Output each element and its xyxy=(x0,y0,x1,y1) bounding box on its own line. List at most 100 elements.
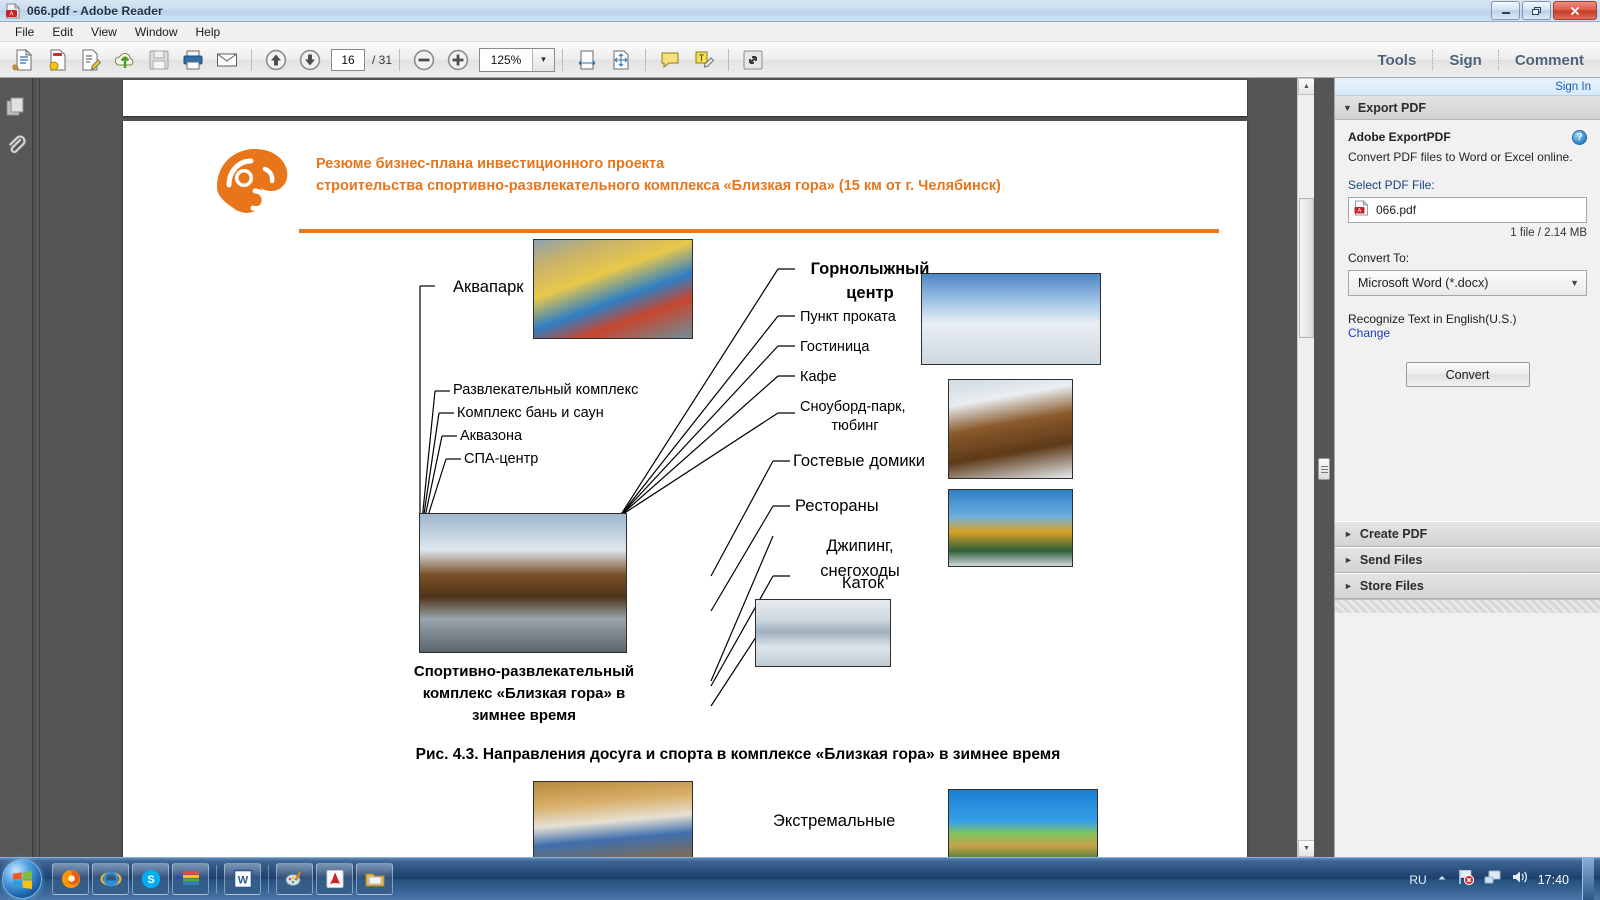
tab-comment[interactable]: Comment xyxy=(1499,42,1600,78)
menu-help[interactable]: Help xyxy=(187,23,230,41)
page-number-input[interactable]: 16 xyxy=(331,48,365,71)
accordion-store-files[interactable]: ► Store Files xyxy=(1335,573,1600,599)
label-cafe: Кафе xyxy=(800,369,837,385)
zoom-in-icon[interactable] xyxy=(443,45,473,75)
zoom-out-icon[interactable] xyxy=(409,45,439,75)
chevron-right-icon: ► xyxy=(1344,529,1353,539)
pdf-file-icon: A xyxy=(5,2,21,19)
adobe-reader-icon[interactable] xyxy=(316,863,353,895)
zoom-control[interactable]: 125% ▼ xyxy=(479,47,556,72)
label-extreme: Экстремальные xyxy=(773,812,896,830)
language-indicator[interactable]: RU xyxy=(1409,873,1426,887)
menu-view[interactable]: View xyxy=(82,23,126,41)
tab-sign[interactable]: Sign xyxy=(1433,42,1498,78)
minimize-button[interactable] xyxy=(1491,1,1520,20)
paint-icon[interactable] xyxy=(276,863,313,895)
network-icon[interactable] xyxy=(1484,869,1502,890)
winrar-icon[interactable] xyxy=(172,863,209,895)
attachments-paperclip-icon[interactable] xyxy=(0,126,31,164)
label-entertainment-complex: Развлекательный комплекс xyxy=(453,382,639,398)
document-title: Резюме бизнес-плана инвестиционного прое… xyxy=(316,153,1216,198)
ice-rink-photo xyxy=(755,599,891,667)
chevron-down-icon: ▼ xyxy=(1343,102,1352,113)
recognize-text-label: Recognize Text in English(U.S.) xyxy=(1348,312,1517,327)
menu-window[interactable]: Window xyxy=(126,23,187,41)
skype-icon[interactable]: S xyxy=(132,863,169,895)
label-guest-houses: Гостевые домики xyxy=(793,452,925,470)
label-snowpark-line1: Сноуборд-парк, xyxy=(800,399,906,415)
sticky-note-icon[interactable] xyxy=(655,45,685,75)
menu-edit[interactable]: Edit xyxy=(43,23,82,41)
file-size-meta: 1 file / 2.14 MB xyxy=(1510,227,1587,240)
accordion-create-pdf[interactable]: ► Create PDF xyxy=(1335,521,1600,547)
speaker-icon[interactable] xyxy=(1511,869,1529,890)
pane-splitter[interactable] xyxy=(1314,78,1334,857)
microsoft-word-icon[interactable]: W xyxy=(224,863,261,895)
upload-cloud-icon[interactable] xyxy=(110,45,140,75)
internet-explorer-icon[interactable] xyxy=(92,863,129,895)
fit-width-icon[interactable] xyxy=(572,45,602,75)
convert-button[interactable]: Convert xyxy=(1405,362,1530,388)
windows-start-orb[interactable] xyxy=(2,859,42,899)
label-jeeping-line1: Джипинг, xyxy=(826,537,894,555)
label-rental-point: Пункт проката xyxy=(800,309,896,325)
close-button[interactable] xyxy=(1553,1,1597,20)
extreme-sport-photo xyxy=(948,789,1098,857)
chevron-up-icon[interactable] xyxy=(1436,871,1448,889)
arrow-down-icon[interactable] xyxy=(295,45,325,75)
scroll-down-arrow[interactable]: ▼ xyxy=(1298,840,1314,857)
change-language-link[interactable]: Change xyxy=(1348,326,1587,340)
windows-taskbar: S W RU 17:40 xyxy=(0,857,1600,900)
taskbar-divider-2 xyxy=(268,865,269,893)
document-scrollbar[interactable]: ▲ ▼ xyxy=(1297,78,1314,857)
convert-to-value: Microsoft Word (*.docx) xyxy=(1358,276,1489,291)
tab-tools[interactable]: Tools xyxy=(1361,42,1432,78)
file-explorer-icon[interactable] xyxy=(356,863,393,895)
main-area: Резюме бизнес-плана инвестиционного прое… xyxy=(0,78,1600,857)
page-thumbnails-icon[interactable] xyxy=(0,88,31,126)
center-caption-line1: Спортивно-развлекательный xyxy=(413,663,635,680)
flag-error-icon[interactable] xyxy=(1457,868,1475,891)
center-caption: Спортивно-развлекательный комплекс «Близ… xyxy=(379,661,669,726)
previous-page-bottom xyxy=(123,80,1247,116)
open-file-icon[interactable] xyxy=(8,45,38,75)
chevron-right-icon: ► xyxy=(1344,581,1353,591)
svg-text:T: T xyxy=(699,53,705,63)
document-header: Резюме бизнес-плана инвестиционного прое… xyxy=(203,143,1219,235)
taskbar-items: S W xyxy=(52,863,393,895)
chevron-down-icon[interactable]: ▼ xyxy=(532,48,555,71)
export-pdf-body: Adobe ExportPDF ? Convert PDF files to W… xyxy=(1335,120,1600,388)
create-pdf-icon[interactable] xyxy=(42,45,72,75)
sign-in-link[interactable]: Sign In xyxy=(1555,81,1591,93)
scroll-up-arrow[interactable]: ▲ xyxy=(1298,78,1314,95)
show-desktop-button[interactable] xyxy=(1582,858,1594,900)
print-icon[interactable] xyxy=(178,45,208,75)
selected-file-name: 066.pdf xyxy=(1376,203,1417,218)
fit-page-icon[interactable] xyxy=(606,45,636,75)
export-pdf-header[interactable]: ▼ Export PDF xyxy=(1335,96,1600,120)
arrow-up-icon[interactable] xyxy=(261,45,291,75)
scrollbar-thumb[interactable] xyxy=(1299,198,1314,338)
restore-button[interactable] xyxy=(1522,1,1551,20)
splitter-grip[interactable] xyxy=(1318,458,1330,480)
menu-file[interactable]: File xyxy=(6,23,43,41)
edit-pdf-icon[interactable] xyxy=(76,45,106,75)
selected-file-box[interactable]: A 066.pdf xyxy=(1348,197,1587,224)
product-row: Adobe ExportPDF ? xyxy=(1348,130,1587,145)
zoom-value[interactable]: 125% xyxy=(480,53,532,67)
highlight-text-icon[interactable]: T xyxy=(689,45,719,75)
accordion-send-files[interactable]: ► Send Files xyxy=(1335,547,1600,573)
email-icon[interactable] xyxy=(212,45,242,75)
firefox-icon[interactable] xyxy=(52,863,89,895)
read-mode-icon[interactable] xyxy=(738,45,768,75)
indoor-hall-photo xyxy=(533,781,693,857)
export-pdf-title: Export PDF xyxy=(1357,100,1426,115)
titlebar: A 066.pdf - Adobe Reader xyxy=(0,0,1600,22)
document-pane[interactable]: Резюме бизнес-плана инвестиционного прое… xyxy=(40,78,1314,857)
help-icon[interactable]: ? xyxy=(1572,130,1587,145)
taskbar-clock[interactable]: 17:40 xyxy=(1538,873,1569,887)
convert-to-select[interactable]: Microsoft Word (*.docx) ▼ xyxy=(1348,270,1587,297)
label-aquazone: Аквазона xyxy=(460,428,523,444)
label-ski-center-line1: Горнолыжный xyxy=(810,260,930,278)
toolbar-separator xyxy=(251,48,252,71)
